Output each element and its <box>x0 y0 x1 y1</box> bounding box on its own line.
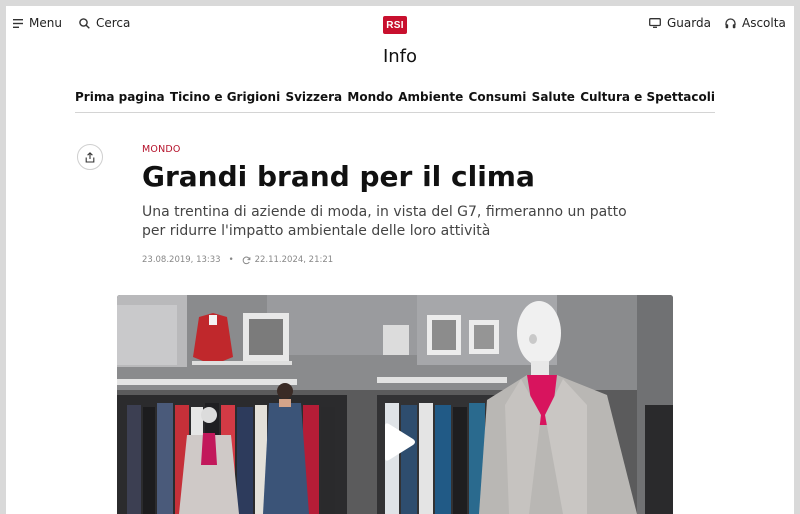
search-label: Cerca <box>96 16 131 30</box>
menu-button[interactable]: Menu <box>13 16 62 30</box>
nav-item-ticino-grigioni[interactable]: Ticino e Grigioni <box>170 90 280 104</box>
video-player[interactable] <box>117 295 673 514</box>
hamburger-icon <box>13 18 23 28</box>
search-icon <box>79 17 90 29</box>
menu-label: Menu <box>29 16 62 30</box>
published-date: 23.08.2019, 13:33 <box>142 255 221 265</box>
search-button[interactable]: Cerca <box>79 16 130 30</box>
updated-date: 22.11.2024, 21:21 <box>254 255 334 265</box>
nav-item-consumi[interactable]: Consumi <box>469 90 527 104</box>
watch-button[interactable]: Guarda <box>649 16 711 30</box>
listen-label: Ascolta <box>742 16 786 30</box>
article-headline: Grandi brand per il clima <box>142 160 535 193</box>
refresh-icon <box>242 256 250 264</box>
watch-label: Guarda <box>667 16 711 30</box>
tv-icon <box>649 18 661 28</box>
nav-item-salute[interactable]: Salute <box>532 90 575 104</box>
nav-divider <box>75 112 715 113</box>
headphones-icon <box>725 17 736 28</box>
play-icon[interactable] <box>373 420 417 464</box>
page: Menu Cerca RSI Guarda Ascolta Info Prima… <box>6 6 794 514</box>
listen-button[interactable]: Ascolta <box>725 16 786 30</box>
meta-separator: • <box>228 255 234 265</box>
article-subtitle: Una trentina di aziende di moda, in vist… <box>142 204 627 239</box>
nav-item-ambiente[interactable]: Ambiente <box>398 90 463 104</box>
nav-item-cultura-spettacoli[interactable]: Cultura e Spettacoli <box>580 90 715 104</box>
nav-item-mondo[interactable]: Mondo <box>347 90 393 104</box>
share-button[interactable] <box>77 144 103 170</box>
share-icon <box>85 151 95 163</box>
nav-item-prima-pagina[interactable]: Prima pagina <box>75 90 165 104</box>
category-nav: Prima pagina Ticino e Grigioni Svizzera … <box>75 82 715 112</box>
nav-item-svizzera[interactable]: Svizzera <box>285 90 342 104</box>
video-thumbnail <box>117 295 673 514</box>
article-meta: 23.08.2019, 13:33 • 22.11.2024, 21:21 <box>142 255 333 265</box>
article-category[interactable]: MONDO <box>142 144 181 155</box>
top-bar: Menu Cerca RSI Guarda Ascolta <box>6 6 794 42</box>
section-title[interactable]: Info <box>6 46 794 67</box>
rsi-logo[interactable]: RSI <box>383 16 407 34</box>
